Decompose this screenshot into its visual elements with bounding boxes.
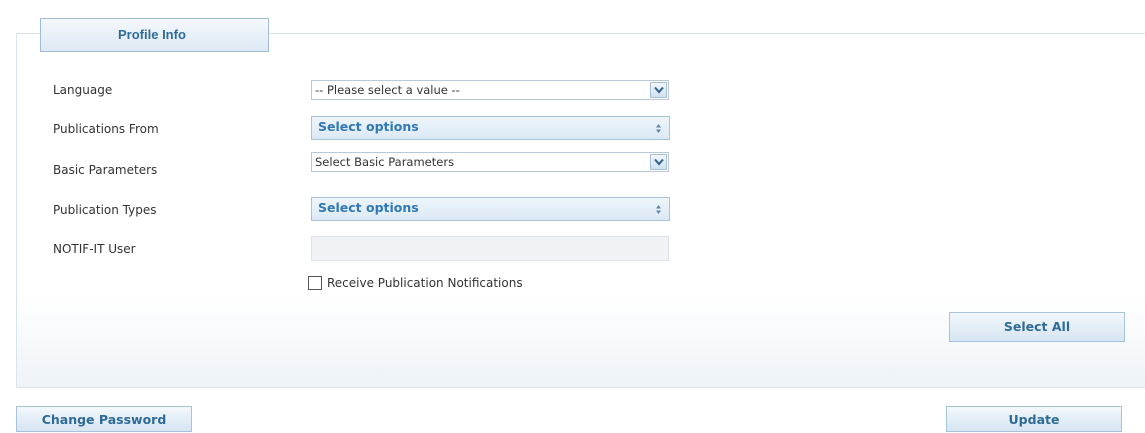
notifit-user-field[interactable]	[311, 236, 669, 261]
language-label: Language	[53, 83, 113, 97]
language-select-value: -- Please select a value --	[315, 83, 460, 97]
language-select[interactable]: -- Please select a value --	[311, 80, 669, 100]
receive-notifications-label[interactable]: Receive Publication Notifications	[327, 276, 523, 290]
select-all-button[interactable]: Select All	[949, 312, 1125, 342]
updown-arrows-icon	[656, 124, 661, 133]
publication-types-multiselect[interactable]: Select options	[311, 197, 670, 221]
change-password-button[interactable]: Change Password	[16, 406, 192, 432]
publications-from-label: Publications From	[53, 122, 159, 136]
notifit-user-label: NOTIF-IT User	[53, 242, 136, 256]
publications-from-multiselect[interactable]: Select options	[311, 116, 670, 140]
updown-arrows-icon	[656, 205, 661, 214]
publication-types-label: Publication Types	[53, 203, 157, 217]
basic-parameters-select-value: Select Basic Parameters	[315, 155, 455, 169]
profile-info-tab[interactable]: Profile Info	[40, 18, 269, 52]
basic-parameters-select[interactable]: Select Basic Parameters	[311, 152, 669, 172]
chevron-down-icon[interactable]	[650, 154, 667, 170]
publication-types-value: Select options	[318, 200, 419, 215]
update-button[interactable]: Update	[946, 406, 1122, 432]
receive-notifications-checkbox[interactable]	[308, 276, 322, 290]
chevron-down-icon[interactable]	[650, 82, 667, 98]
basic-parameters-label: Basic Parameters	[53, 163, 158, 177]
publications-from-value: Select options	[318, 119, 419, 134]
